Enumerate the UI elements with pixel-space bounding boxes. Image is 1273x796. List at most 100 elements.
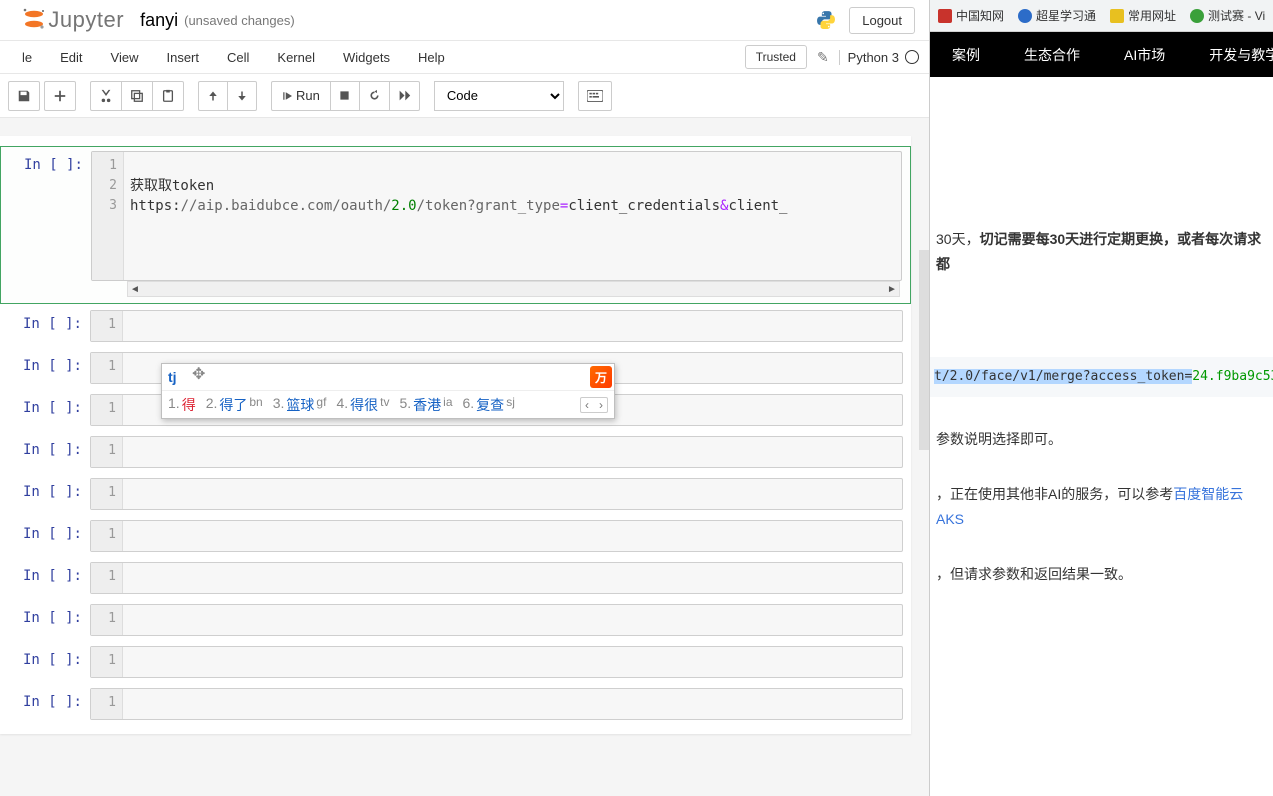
run-button[interactable]: Run: [271, 81, 331, 111]
nav-item[interactable]: 开发与教学: [1187, 45, 1273, 65]
scroll-left-icon[interactable]: ◄: [128, 282, 142, 296]
ime-candidate-list: 1.得 2.得了bn 3.篮球gf 4.得很tv 5.香港ia 6.复查sj ‹›: [162, 390, 614, 418]
menu-view[interactable]: View: [97, 50, 153, 65]
notebook-cell[interactable]: In [ ]:1: [0, 306, 911, 346]
line-gutter: 1: [91, 437, 123, 467]
ime-candidate[interactable]: 6.复查sj: [463, 395, 515, 415]
code-text[interactable]: [123, 437, 902, 467]
ime-page-nav[interactable]: ‹›: [580, 397, 608, 413]
notebook-cell[interactable]: In [ ]:1: [0, 432, 911, 472]
doc-content: 30天，切记需要每30天进行定期更换，或者每次请求都 t/2.0/face/v1…: [930, 77, 1273, 588]
nav-item[interactable]: AI市场: [1102, 45, 1187, 65]
python-logo-icon: [815, 9, 837, 31]
cell-type-select[interactable]: Code: [434, 81, 564, 111]
cell-prompt: In [ ]:: [0, 562, 90, 594]
ime-candidate[interactable]: 4.得很tv: [336, 395, 389, 415]
scroll-right-icon[interactable]: ►: [885, 282, 899, 296]
line-gutter: 1: [91, 395, 123, 425]
nav-item[interactable]: 案例: [930, 45, 1002, 65]
notebook-cell[interactable]: In [ ]:1: [0, 558, 911, 598]
code-input[interactable]: 1: [90, 310, 903, 342]
bookmark-icon: [938, 9, 952, 23]
line-gutter: 1: [91, 647, 123, 677]
code-text[interactable]: [123, 479, 902, 509]
code-input[interactable]: 123 获取取tokenhttps://aip.baidubce.com/oau…: [91, 151, 902, 281]
code-snippet[interactable]: t/2.0/face/v1/merge?access_token=24.f9ba…: [930, 357, 1273, 396]
save-button[interactable]: [8, 81, 40, 111]
ime-candidate-box[interactable]: tj ✥ 万 1.得2.得了bn3.篮球gf4.得很tv5.香港ia6.复查sj…: [161, 363, 615, 419]
menu-widgets[interactable]: Widgets: [329, 50, 404, 65]
doc-paragraph: 参数说明选择即可。: [930, 427, 1273, 452]
notebook-name[interactable]: fanyi: [140, 10, 178, 31]
move-up-button[interactable]: [198, 81, 228, 111]
doc-paragraph: ，但请求参数和返回结果一致。: [930, 562, 1273, 587]
code-text[interactable]: [123, 647, 902, 677]
code-text[interactable]: [123, 563, 902, 593]
vertical-scrollbar[interactable]: [919, 250, 929, 450]
code-text[interactable]: [123, 605, 902, 635]
cell-prompt: In [ ]:: [0, 436, 90, 468]
move-cursor-icon: ✥: [192, 364, 205, 384]
horizontal-scrollbar[interactable]: ◄ ►: [127, 281, 900, 297]
menu-cell[interactable]: Cell: [213, 50, 263, 65]
ime-candidate[interactable]: 1.得: [168, 395, 196, 415]
toolbar: Run Code: [0, 74, 929, 118]
menu-insert[interactable]: Insert: [152, 50, 213, 65]
code-text[interactable]: 获取取tokenhttps://aip.baidubce.com/oauth/2…: [124, 152, 901, 280]
paste-button[interactable]: [152, 81, 184, 111]
code-text[interactable]: [123, 311, 902, 341]
command-palette-button[interactable]: [578, 81, 612, 111]
menu-kernel[interactable]: Kernel: [263, 50, 329, 65]
bookmark-icon: [1110, 9, 1124, 23]
move-down-button[interactable]: [227, 81, 257, 111]
restart-button[interactable]: [359, 81, 390, 111]
interrupt-button[interactable]: [330, 81, 360, 111]
ime-candidate[interactable]: 2.得了bn: [206, 395, 263, 415]
notebook-cell[interactable]: In [ ]:1: [0, 642, 911, 682]
code-input[interactable]: 1: [90, 436, 903, 468]
logout-button[interactable]: Logout: [849, 7, 915, 34]
bookmark-icon: [1018, 9, 1032, 23]
edit-mode-icon[interactable]: ✎: [817, 49, 829, 66]
notebook-cell-active[interactable]: In [ ]: 123 获取取tokenhttps://aip.baidubce…: [0, 146, 911, 304]
restart-run-all-button[interactable]: [389, 81, 420, 111]
chevron-left-icon[interactable]: ‹: [581, 398, 593, 412]
cell-prompt: In [ ]:: [0, 604, 90, 636]
code-text[interactable]: [123, 521, 902, 551]
code-input[interactable]: 1: [90, 520, 903, 552]
kernel-indicator[interactable]: Python 3: [839, 50, 919, 65]
line-gutter: 123: [92, 152, 124, 280]
nav-item[interactable]: 生态合作: [1002, 45, 1102, 65]
menu-file[interactable]: le: [8, 50, 46, 65]
code-input[interactable]: 1: [90, 688, 903, 720]
notebook-cell[interactable]: In [ ]:1: [0, 516, 911, 556]
bookmark-cnki[interactable]: 中国知网: [938, 7, 1004, 24]
code-text[interactable]: [123, 689, 902, 719]
cut-button[interactable]: [90, 81, 122, 111]
bookmark-icon: [1190, 9, 1204, 23]
menu-help[interactable]: Help: [404, 50, 459, 65]
notebook-cell[interactable]: In [ ]:1: [0, 684, 911, 724]
site-nav: 案例 生态合作 AI市场 开发与教学: [930, 32, 1273, 77]
jupyter-logo[interactable]: Jupyter: [2, 7, 124, 33]
copy-button[interactable]: [121, 81, 153, 111]
notebook-cell[interactable]: In [ ]:1: [0, 474, 911, 514]
ime-candidate[interactable]: 3.篮球gf: [273, 395, 327, 415]
code-input[interactable]: 1: [90, 478, 903, 510]
trusted-button[interactable]: Trusted: [745, 45, 807, 69]
bookmark-test[interactable]: 测试赛 - Vi: [1190, 7, 1265, 24]
code-input[interactable]: 1: [90, 562, 903, 594]
chevron-right-icon[interactable]: ›: [595, 398, 607, 412]
ime-candidate[interactable]: 5.香港ia: [399, 395, 452, 415]
bookmark-chaoxing[interactable]: 超星学习通: [1018, 7, 1096, 24]
ime-logo-icon: 万: [590, 366, 612, 388]
menu-edit[interactable]: Edit: [46, 50, 96, 65]
code-input[interactable]: 1: [90, 604, 903, 636]
insert-cell-button[interactable]: [44, 81, 76, 111]
notebook-cell[interactable]: In [ ]:1: [0, 600, 911, 640]
cell-prompt: In [ ]:: [0, 688, 90, 720]
code-input[interactable]: 1: [90, 646, 903, 678]
cell-prompt: In [ ]:: [1, 151, 91, 299]
notebook-scroll-area[interactable]: In [ ]: 123 获取取tokenhttps://aip.baidubce…: [0, 118, 929, 796]
bookmark-common[interactable]: 常用网址: [1110, 7, 1176, 24]
